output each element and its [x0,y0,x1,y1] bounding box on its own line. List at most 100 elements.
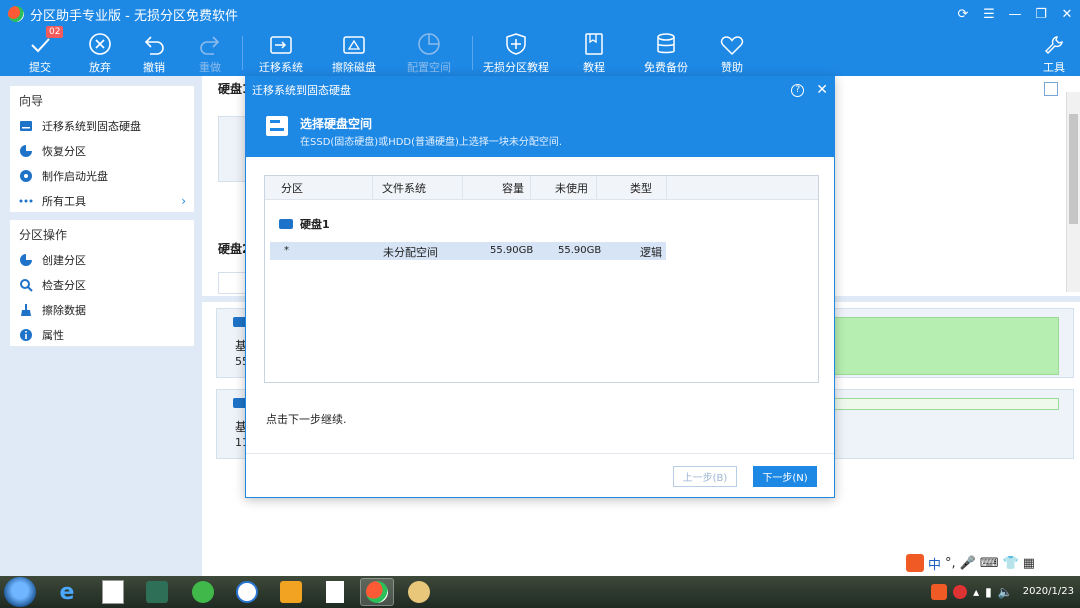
close-icon[interactable]: ✕ [1054,0,1080,28]
refresh-icon[interactable]: ⟳ [950,0,976,28]
sidebar-item-properties[interactable]: 属性 [10,322,194,347]
broom-icon [19,303,33,317]
grid-icon[interactable]: ▦ [1023,556,1035,571]
next-button[interactable]: 下一步(N) [753,466,817,487]
volume-icon[interactable]: 🔈 [998,585,1013,599]
keyboard-icon[interactable]: ⌨ [980,556,999,571]
layout-toggle-icon[interactable] [1044,82,1058,96]
sidebar-item-label: 擦除数据 [42,303,86,317]
sidebar-item-wipe-data[interactable]: 擦除数据 [10,297,194,322]
sidebar-item-all-tools[interactable]: 所有工具 › [10,188,194,213]
taskbar: e ▴ ▮ 🔈 2020/1/23 [0,576,1080,608]
free-backup-button[interactable]: 免费备份 [642,28,690,76]
donate-label: 赞助 [721,61,743,74]
partition-block[interactable] [827,317,1059,375]
punctuation-icon[interactable]: °, [945,556,956,571]
close-icon[interactable]: ✕ [816,82,828,98]
redo-icon [198,28,222,56]
undo-icon [142,28,166,56]
sogou-tray-icon[interactable] [931,584,948,600]
disk-group-row[interactable]: 硬盘1 [279,216,330,232]
tools-label: 工具 [1043,61,1065,74]
360-browser-icon[interactable] [186,578,220,606]
cell-unused: 55.90GB [558,245,602,256]
col-filesystem[interactable]: 文件系统 [373,176,463,200]
toolbar-divider [242,36,243,70]
sidebar-item-migrate-ssd[interactable]: 迁移系统到固态硬盘 [10,113,194,138]
disk2-card-top[interactable] [218,272,248,294]
vertical-scrollbar[interactable] [1066,92,1080,292]
clock-date[interactable]: 2020/1/23 [1023,586,1074,598]
wipe-label: 擦除磁盘 [332,61,376,74]
ops-heading: 分区操作 [19,228,68,242]
maximize-icon[interactable]: ❐ [1028,0,1054,28]
table-row[interactable]: * 未分配空间 55.90GB 55.90GB 逻辑 [270,242,666,260]
submit-label: 提交 [29,61,51,74]
submit-button[interactable]: 02 提交 [24,26,64,76]
minimize-icon[interactable]: — [1002,0,1028,28]
cell-partition: * [284,245,289,256]
cancel-icon [88,28,112,56]
migrate-label: 迁移系统 [259,61,303,74]
skin-icon[interactable]: 👕 [1003,556,1019,571]
sogou-icon[interactable] [906,554,924,572]
dialog-header: 选择硬盘空间 在SSD(固态硬盘)或HDD(普通硬盘)上选择一块未分配空间. [246,103,834,157]
wrench-icon [1043,28,1065,56]
sidebar-item-label: 检查分区 [42,278,86,292]
sidebar-item-create-partition[interactable]: 创建分区 [10,247,194,272]
sidebar-item-boot-disc[interactable]: 制作启动光盘 [10,163,194,188]
start-button[interactable] [4,577,36,607]
scroll-thumb[interactable] [1069,114,1078,224]
wizard-panel: 向导 迁移系统到固态硬盘 恢复分区 制作启动光盘 所有工具 › [10,86,194,212]
discard-button[interactable]: 放弃 [84,28,116,76]
previous-button[interactable]: 上一步(B) [673,466,737,487]
undo-button[interactable]: 撤销 [138,28,170,76]
chess-game-icon[interactable] [140,578,174,606]
lossless-tutorial-button[interactable]: 无损分区教程 [483,28,549,76]
wipe-disk-icon [342,28,366,56]
tools-button[interactable]: 工具 [1040,28,1068,76]
migrate-dialog: 迁移系统到固态硬盘 ? ✕ 选择硬盘空间 在SSD(固态硬盘)或HDD(普通硬盘… [245,76,835,498]
table-header: 分区 文件系统 容量 未使用 类型 [265,176,818,200]
toolbar-divider [472,36,473,70]
migrate-system-button[interactable]: 迁移系统 [258,28,304,76]
shield-icon [505,28,527,56]
menu-icon[interactable]: ☰ [976,0,1002,28]
ssd-icon [264,114,290,141]
col-unused[interactable]: 未使用 [531,176,597,200]
tutorial-button[interactable]: 教程 [578,28,610,76]
sidebar-item-recover-partition[interactable]: 恢复分区 [10,138,194,163]
partition-assistant-taskbar-icon[interactable] [360,578,394,606]
donate-button[interactable]: 赞助 [716,28,748,76]
tray-app-icon[interactable] [953,585,968,599]
network-icon[interactable]: ▮ [985,585,992,599]
disc-icon [19,169,33,183]
sidebar-item-check-partition[interactable]: 检查分区 [10,272,194,297]
box-app-icon[interactable] [274,578,308,606]
col-type[interactable]: 类型 [597,176,667,200]
main-toolbar: 02 提交 放弃 撤销 重做 迁移系统 擦除磁盘 配置空间 无损分区教程 教程 … [0,26,1080,76]
app-titlebar: 分区助手专业版 - 无损分区免费软件 ⟳ ☰ — ❐ ✕ [0,0,1080,28]
allocate-space-button[interactable]: 配置空间 [406,28,452,76]
wipe-disk-button[interactable]: 擦除磁盘 [331,28,377,76]
col-capacity[interactable]: 容量 [463,176,531,200]
database-icon [655,28,677,56]
tutorial-label: 教程 [583,61,605,74]
redo-button[interactable]: 重做 [194,28,226,76]
col-partition[interactable]: 分区 [265,176,373,200]
undo-label: 撤销 [143,61,165,74]
chevron-right-icon: › [181,193,186,208]
ime-mode[interactable]: 中 [928,554,941,573]
ie-icon[interactable]: e [50,578,84,606]
sogou-browser-icon[interactable] [230,578,264,606]
paint-icon[interactable] [402,578,436,606]
sidebar-item-label: 所有工具 [42,194,86,208]
hdd-icon [279,219,293,229]
show-hidden-icons[interactable]: ▴ [973,585,979,599]
partition-block[interactable] [827,398,1059,410]
wizard-heading: 向导 [19,94,44,108]
document-icon[interactable] [318,578,352,606]
cards-game-icon[interactable] [96,578,130,606]
microphone-icon[interactable]: 🎤 [960,556,976,571]
help-icon[interactable]: ? [791,83,805,97]
